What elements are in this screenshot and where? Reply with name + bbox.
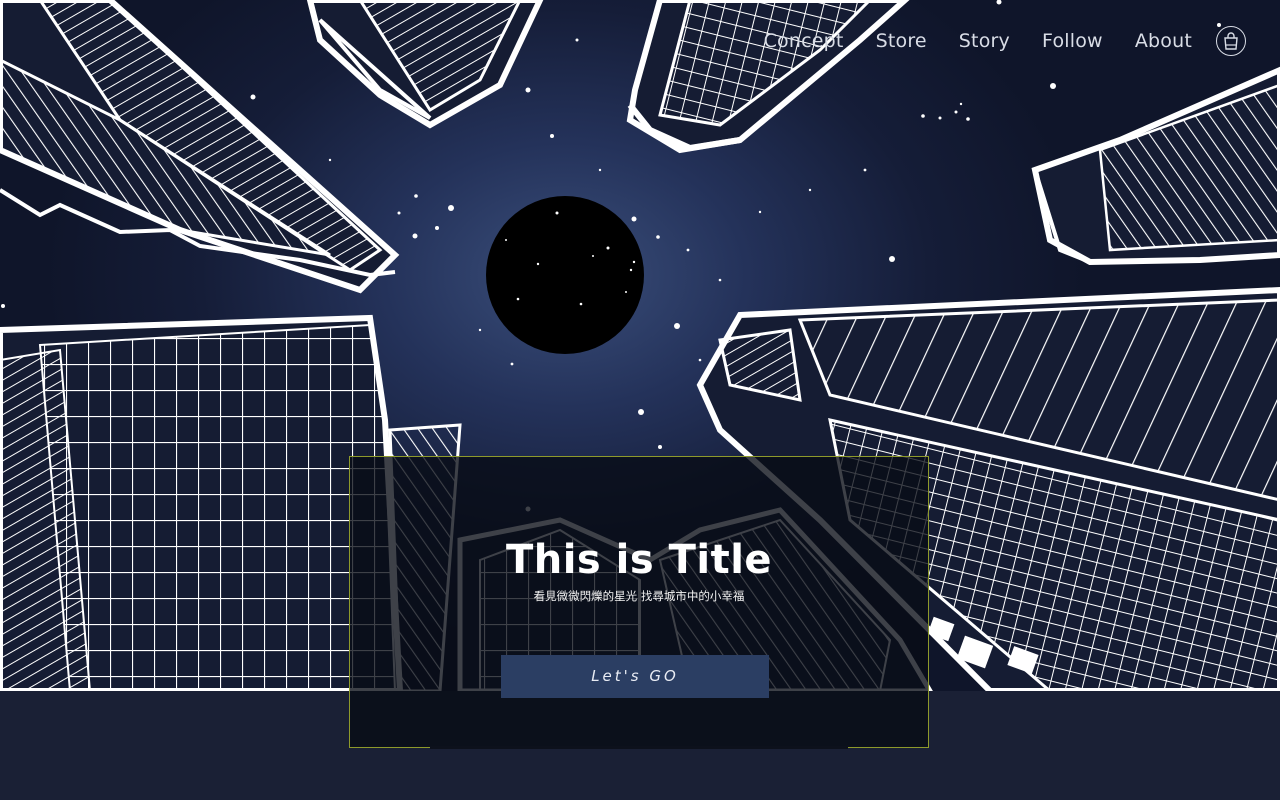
nav-link-story[interactable]: Story: [959, 24, 1010, 58]
nav-link-store[interactable]: Store: [876, 24, 927, 58]
top-navigation: Concept Store Story Follow About: [764, 24, 1246, 58]
black-moon: [486, 196, 644, 354]
hero-panel: This is Title 看見微微閃爍的星光 找尋城市中的小幸福 Let's …: [349, 456, 929, 749]
panel-border-gap: [430, 746, 848, 749]
lets-go-button[interactable]: Let's GO: [501, 655, 769, 698]
cart-button[interactable]: [1216, 26, 1246, 56]
nav-link-follow[interactable]: Follow: [1042, 24, 1103, 58]
hero-title: This is Title: [505, 537, 773, 583]
tower-top-center-right: [626, 0, 910, 154]
hero-subtitle: 看見微微閃爍的星光 找尋城市中的小幸福: [533, 589, 745, 603]
tower-top-center-left: [306, 0, 544, 129]
nav-link-about[interactable]: About: [1135, 24, 1192, 58]
shopping-bag-icon: [1224, 32, 1238, 50]
tower-right-upper: [1031, 66, 1280, 266]
nav-link-concept[interactable]: Concept: [764, 24, 844, 58]
moon-stars: [505, 211, 636, 306]
